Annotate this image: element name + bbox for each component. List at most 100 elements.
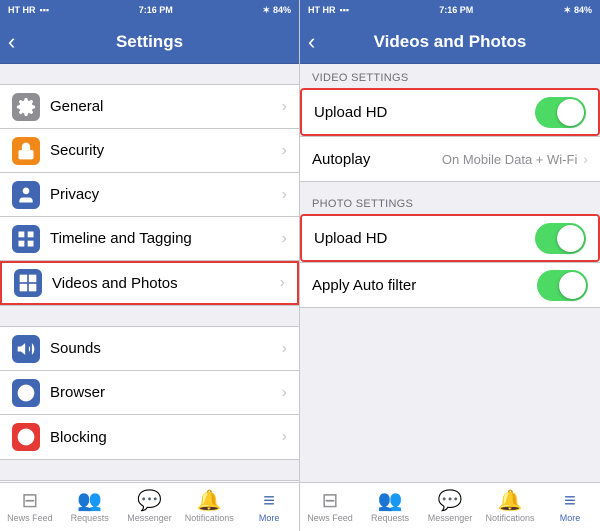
left-back-button[interactable]: ‹ bbox=[8, 29, 15, 55]
newsfeed-icon: ⊟ bbox=[22, 491, 39, 511]
auto-filter-toggle[interactable] bbox=[537, 270, 588, 301]
tab-notifications-right[interactable]: 🔔 Notifications bbox=[480, 483, 540, 531]
settings-item-videos[interactable]: Videos and Photos › bbox=[0, 261, 299, 305]
section-gap-1 bbox=[0, 64, 299, 84]
privacy-icon-svg bbox=[16, 185, 36, 205]
security-label: Security bbox=[50, 142, 282, 159]
more-label: More bbox=[259, 513, 280, 523]
left-status-bar: HT HR ▪▪▪ 7:16 PM ✶ 84% bbox=[0, 0, 299, 20]
tab-messenger-left[interactable]: 💬 Messenger bbox=[120, 483, 180, 531]
auto-filter-label: Apply Auto filter bbox=[312, 277, 537, 294]
section-gap-3 bbox=[0, 460, 299, 480]
settings-item-blocking[interactable]: Blocking › bbox=[0, 415, 299, 459]
settings-item-security[interactable]: Security › bbox=[0, 129, 299, 173]
r-newsfeed-icon: ⊟ bbox=[322, 491, 339, 511]
settings-section-3: Notifications › Text Messaging › Followe… bbox=[0, 480, 299, 482]
photo-settings-list: Apply Auto filter bbox=[300, 262, 600, 308]
privacy-chevron: › bbox=[282, 186, 287, 204]
privacy-label: Privacy bbox=[50, 186, 282, 203]
requests-icon: 👥 bbox=[77, 491, 102, 511]
carrier-text: HT HR bbox=[8, 5, 36, 15]
videos-chevron: › bbox=[280, 274, 285, 292]
settings-row-video-upload-hd: Upload HD bbox=[302, 90, 598, 134]
sounds-chevron: › bbox=[282, 340, 287, 358]
sounds-icon bbox=[12, 335, 40, 363]
left-tab-bar: ⊟ News Feed 👥 Requests 💬 Messenger 🔔 Not… bbox=[0, 482, 299, 531]
section-gap-2 bbox=[0, 306, 299, 326]
tab-requests-right[interactable]: 👥 Requests bbox=[360, 483, 420, 531]
timeline-chevron: › bbox=[282, 230, 287, 248]
messenger-label: Messenger bbox=[127, 513, 172, 523]
timeline-icon bbox=[12, 225, 40, 253]
r-notif-icon: 🔔 bbox=[498, 491, 523, 511]
photo-section-header: PHOTO SETTINGS bbox=[300, 190, 600, 214]
r-newsfeed-label: News Feed bbox=[307, 513, 353, 523]
left-status-right: ✶ 84% bbox=[262, 5, 291, 16]
right-status-right: ✶ 84% bbox=[563, 5, 592, 16]
left-panel: HT HR ▪▪▪ 7:16 PM ✶ 84% ‹ Settings Gener… bbox=[0, 0, 300, 531]
right-signal: ▪▪▪ bbox=[340, 5, 350, 15]
general-icon bbox=[12, 93, 40, 121]
right-content: VIDEO SETTINGS Upload HD Autoplay On Mob… bbox=[300, 64, 600, 482]
photo-upload-hd-knob bbox=[557, 225, 584, 252]
notif-icon: 🔔 bbox=[197, 491, 222, 511]
video-upload-hd-label: Upload HD bbox=[314, 104, 535, 121]
settings-section-2: Sounds › Browser › Blocking › bbox=[0, 326, 299, 460]
left-status-left: HT HR ▪▪▪ bbox=[8, 5, 49, 15]
r-notif-label: Notifications bbox=[485, 513, 534, 523]
security-chevron: › bbox=[282, 142, 287, 160]
security-icon bbox=[12, 137, 40, 165]
browser-icon-svg bbox=[16, 383, 36, 403]
timeline-icon-svg bbox=[16, 229, 36, 249]
tab-newsfeed-left[interactable]: ⊟ News Feed bbox=[0, 483, 60, 531]
photo-upload-hd-toggle[interactable] bbox=[535, 223, 586, 254]
right-back-button[interactable]: ‹ bbox=[308, 29, 315, 55]
tab-more-left[interactable]: ≡ More bbox=[239, 483, 299, 531]
timeline-label: Timeline and Tagging bbox=[50, 230, 282, 247]
blocking-chevron: › bbox=[282, 428, 287, 446]
autoplay-value: On Mobile Data + Wi-Fi bbox=[442, 152, 577, 167]
settings-section-1: General › Security › Privacy › bbox=[0, 84, 299, 306]
more-icon: ≡ bbox=[263, 491, 275, 511]
blocking-icon bbox=[12, 423, 40, 451]
photo-upload-hd-highlight: Upload HD bbox=[300, 214, 600, 262]
settings-item-general[interactable]: General › bbox=[0, 85, 299, 129]
blocking-label: Blocking bbox=[50, 429, 282, 446]
settings-item-privacy[interactable]: Privacy › bbox=[0, 173, 299, 217]
right-panel: HT HR ▪▪▪ 7:16 PM ✶ 84% ‹ Videos and Pho… bbox=[300, 0, 600, 531]
requests-label: Requests bbox=[71, 513, 109, 523]
right-tab-bar: ⊟ News Feed 👥 Requests 💬 Messenger 🔔 Not… bbox=[300, 482, 600, 531]
photo-upload-hd-label: Upload HD bbox=[314, 230, 535, 247]
r-requests-icon: 👥 bbox=[378, 491, 403, 511]
tab-more-right[interactable]: ≡ More bbox=[540, 483, 600, 531]
video-upload-hd-toggle[interactable] bbox=[535, 97, 586, 128]
right-battery: 84% bbox=[574, 5, 592, 15]
autoplay-chevron: › bbox=[583, 151, 588, 167]
settings-item-browser[interactable]: Browser › bbox=[0, 371, 299, 415]
videos-label: Videos and Photos bbox=[52, 275, 280, 292]
video-section-header: VIDEO SETTINGS bbox=[300, 64, 600, 88]
settings-item-notifications[interactable]: Notifications › bbox=[0, 481, 299, 482]
right-nav-title: Videos and Photos bbox=[374, 32, 527, 52]
messenger-icon: 💬 bbox=[137, 491, 162, 511]
tab-notifications-left[interactable]: 🔔 Notifications bbox=[179, 483, 239, 531]
general-label: General bbox=[50, 98, 282, 115]
r-messenger-icon: 💬 bbox=[438, 491, 463, 511]
right-bluetooth: ✶ bbox=[563, 5, 571, 16]
autoplay-label: Autoplay bbox=[312, 151, 442, 168]
auto-filter-knob bbox=[559, 272, 586, 299]
right-nav-header: ‹ Videos and Photos bbox=[300, 20, 600, 64]
tab-messenger-right[interactable]: 💬 Messenger bbox=[420, 483, 480, 531]
tab-requests-left[interactable]: 👥 Requests bbox=[60, 483, 120, 531]
general-icon-svg bbox=[16, 97, 36, 117]
sounds-label: Sounds bbox=[50, 340, 282, 357]
browser-chevron: › bbox=[282, 384, 287, 402]
settings-item-timeline[interactable]: Timeline and Tagging › bbox=[0, 217, 299, 261]
notif-label: Notifications bbox=[185, 513, 234, 523]
left-content: General › Security › Privacy › bbox=[0, 64, 299, 482]
tab-newsfeed-right[interactable]: ⊟ News Feed bbox=[300, 483, 360, 531]
settings-row-autoplay[interactable]: Autoplay On Mobile Data + Wi-Fi › bbox=[300, 137, 600, 181]
left-nav-title: Settings bbox=[116, 32, 183, 52]
settings-item-sounds[interactable]: Sounds › bbox=[0, 327, 299, 371]
blocking-icon-svg bbox=[16, 427, 36, 447]
